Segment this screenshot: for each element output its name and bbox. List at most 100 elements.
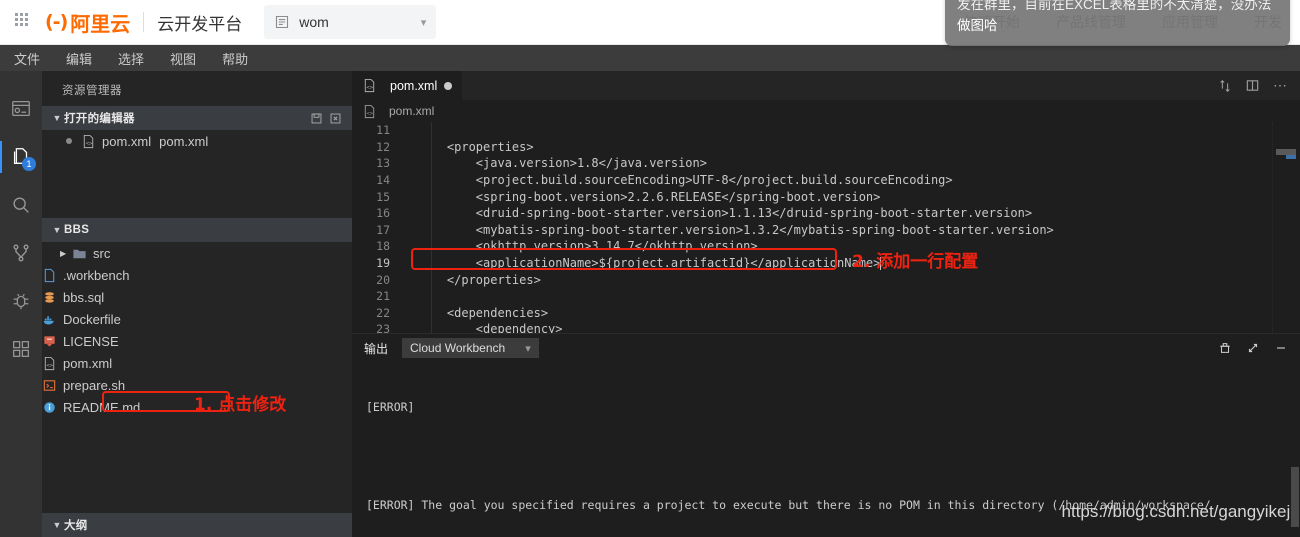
maximize-panel-icon[interactable] [1246, 341, 1260, 355]
menu-item-view[interactable]: 视图 [170, 49, 196, 68]
docker-file-icon [43, 315, 54, 324]
output-line: [ERROR] [366, 399, 415, 414]
output-scrollbar[interactable] [1290, 362, 1300, 537]
tab-pom-xml[interactable]: <> pom.xml [352, 71, 464, 100]
open-editor-item[interactable]: <> pom.xml pom.xml [42, 130, 352, 152]
code-line: 18 <okhttp.version>3.14.7</okhttp.versio… [352, 238, 1300, 255]
platform-title: 云开发平台 [157, 14, 243, 34]
line-number: 17 [376, 222, 390, 237]
editor-tab-actions: ⋯ [1206, 71, 1300, 100]
chevron-down-icon: ▼ [52, 520, 62, 530]
output-panel: 输出 Cloud Workbench ▾ [ERROR] [ERROR] The… [352, 333, 1300, 537]
folder-src-icon [73, 249, 86, 258]
tree-item-license[interactable]: LICENSE [42, 330, 352, 352]
source-control-icon[interactable] [0, 229, 42, 277]
close-all-icon[interactable] [329, 112, 342, 125]
project-name-label: BBS [64, 224, 90, 236]
line-text: <mybatis-spring-boot-starter.version>1.3… [418, 222, 1054, 237]
svg-text:<>: <> [86, 140, 93, 146]
sidebar-title: 资源管理器 [62, 85, 122, 97]
line-text: </properties> [418, 272, 541, 287]
menu-item-edit[interactable]: 编辑 [66, 49, 92, 68]
clear-output-icon[interactable] [1218, 341, 1232, 355]
grid-apps-icon[interactable] [15, 13, 33, 31]
open-editor-name: pom.xml [102, 133, 152, 149]
menu-item-selection[interactable]: 选择 [118, 49, 144, 68]
aliyun-logo[interactable]: (-) 阿里云 [45, 8, 130, 37]
code-line: 12 <properties> [352, 139, 1300, 156]
line-number: 18 [376, 239, 390, 254]
split-toggle-icon[interactable] [1218, 79, 1232, 93]
menu-item-help[interactable]: 帮助 [222, 49, 248, 68]
extensions-icon[interactable] [0, 325, 42, 373]
header-divider [143, 12, 145, 32]
close-panel-icon[interactable] [1274, 341, 1288, 355]
shell-file-icon [43, 379, 56, 391]
aliyun-top-bar: (-) 阿里云 云开发平台 wom ▾ 快速开始 产品线管理 应用管理 开发 发… [0, 0, 1300, 46]
menu-item-file[interactable]: 文件 [14, 49, 40, 68]
open-editors-list: <> pom.xml pom.xml [42, 130, 352, 218]
xml-file-icon: <> [364, 78, 375, 93]
tree-item-pom-xml[interactable]: <> pom.xml [42, 352, 352, 374]
output-source-select[interactable]: Cloud Workbench ▾ [402, 338, 539, 358]
code-line: 21 [352, 288, 1300, 305]
save-all-icon[interactable] [310, 112, 323, 125]
line-number: 16 [376, 206, 390, 221]
code-editor[interactable]: 11 12 <properties> 13 <java.version>1.8<… [352, 122, 1300, 333]
explorer-files-icon[interactable]: 1 [0, 133, 42, 181]
line-number: 22 [376, 305, 390, 320]
output-panel-actions [1218, 341, 1300, 355]
editor-tabs: <> pom.xml ⋯ [352, 71, 1300, 100]
split-editor-icon[interactable] [1245, 78, 1260, 93]
code-line: 11 [352, 122, 1300, 139]
open-editors-label: 打开的编辑器 [64, 113, 135, 125]
chevron-right-icon: ▶ [60, 248, 67, 258]
code-line: 22 <dependencies> [352, 305, 1300, 322]
web-preview-icon[interactable] [0, 85, 42, 133]
section-project-bbs[interactable]: ▼ BBS [42, 218, 352, 242]
explorer-sidebar: 资源管理器 ▼ 打开的编辑器 <> pom.xml pom.xml ▼ BBS … [42, 71, 352, 537]
tree-item-dockerfile[interactable]: Dockerfile [42, 308, 352, 330]
line-text: <dependency> [418, 322, 563, 333]
output-panel-body[interactable]: [ERROR] [ERROR] The goal you specified r… [352, 362, 1300, 537]
output-panel-header: 输出 Cloud Workbench ▾ [352, 334, 1300, 362]
line-text: <project.build.sourceEncoding>UTF-8</pro… [418, 173, 953, 188]
code-line-current: 19 <applicationName>${project.artifactId… [352, 255, 1300, 272]
editor-minimap[interactable] [1272, 122, 1300, 333]
more-actions-icon[interactable]: ⋯ [1273, 77, 1288, 94]
debug-bug-icon[interactable] [0, 277, 42, 325]
search-icon[interactable] [0, 181, 42, 229]
code-line: 17 <mybatis-spring-boot-starter.version>… [352, 222, 1300, 239]
tree-item-bbs-sql[interactable]: bbs.sql [42, 286, 352, 308]
indent-guide [431, 122, 432, 333]
app-switcher[interactable]: wom ▾ [264, 5, 437, 39]
app-root: (-) 阿里云 云开发平台 wom ▾ 快速开始 产品线管理 应用管理 开发 发… [0, 0, 1300, 537]
line-number: 13 [376, 156, 390, 171]
outline-header[interactable]: ▼ 大纲 [42, 513, 352, 537]
section-open-editors[interactable]: ▼ 打开的编辑器 [42, 106, 352, 130]
breadcrumb-label: pom.xml [389, 104, 435, 118]
license-file-icon [44, 335, 55, 347]
info-file-icon [44, 401, 55, 413]
line-text: <spring-boot.version>2.2.6.RELEASE</spri… [418, 189, 881, 204]
line-text: <java.version>1.8</java.version> [418, 156, 707, 171]
tree-item-workbench[interactable]: .workbench [42, 264, 352, 286]
tab-dirty-indicator-icon[interactable] [444, 81, 453, 90]
line-number: 11 [376, 123, 390, 138]
tree-item-label: .workbench [63, 267, 130, 283]
panel-tab-output[interactable]: 输出 [364, 340, 388, 357]
line-text: <applicationName>${project.artifactId}</… [418, 256, 881, 271]
aliyun-mark-icon: (-) [45, 11, 68, 33]
line-text: <dependencies> [418, 305, 549, 320]
chevron-down-icon: ▾ [420, 16, 427, 29]
tree-item-src[interactable]: ▶ src [42, 242, 352, 264]
line-number: 12 [376, 139, 390, 154]
chevron-down-icon: ▼ [52, 113, 62, 123]
tab-label: pom.xml [390, 78, 438, 93]
plain-file-icon [44, 268, 55, 282]
code-line: 14 <project.build.sourceEncoding>UTF-8</… [352, 172, 1300, 189]
line-number: 20 [376, 272, 390, 287]
xml-file-icon: <> [83, 134, 94, 148]
tree-item-label: bbs.sql [63, 289, 105, 305]
tree-item-label: README.md [63, 399, 141, 415]
